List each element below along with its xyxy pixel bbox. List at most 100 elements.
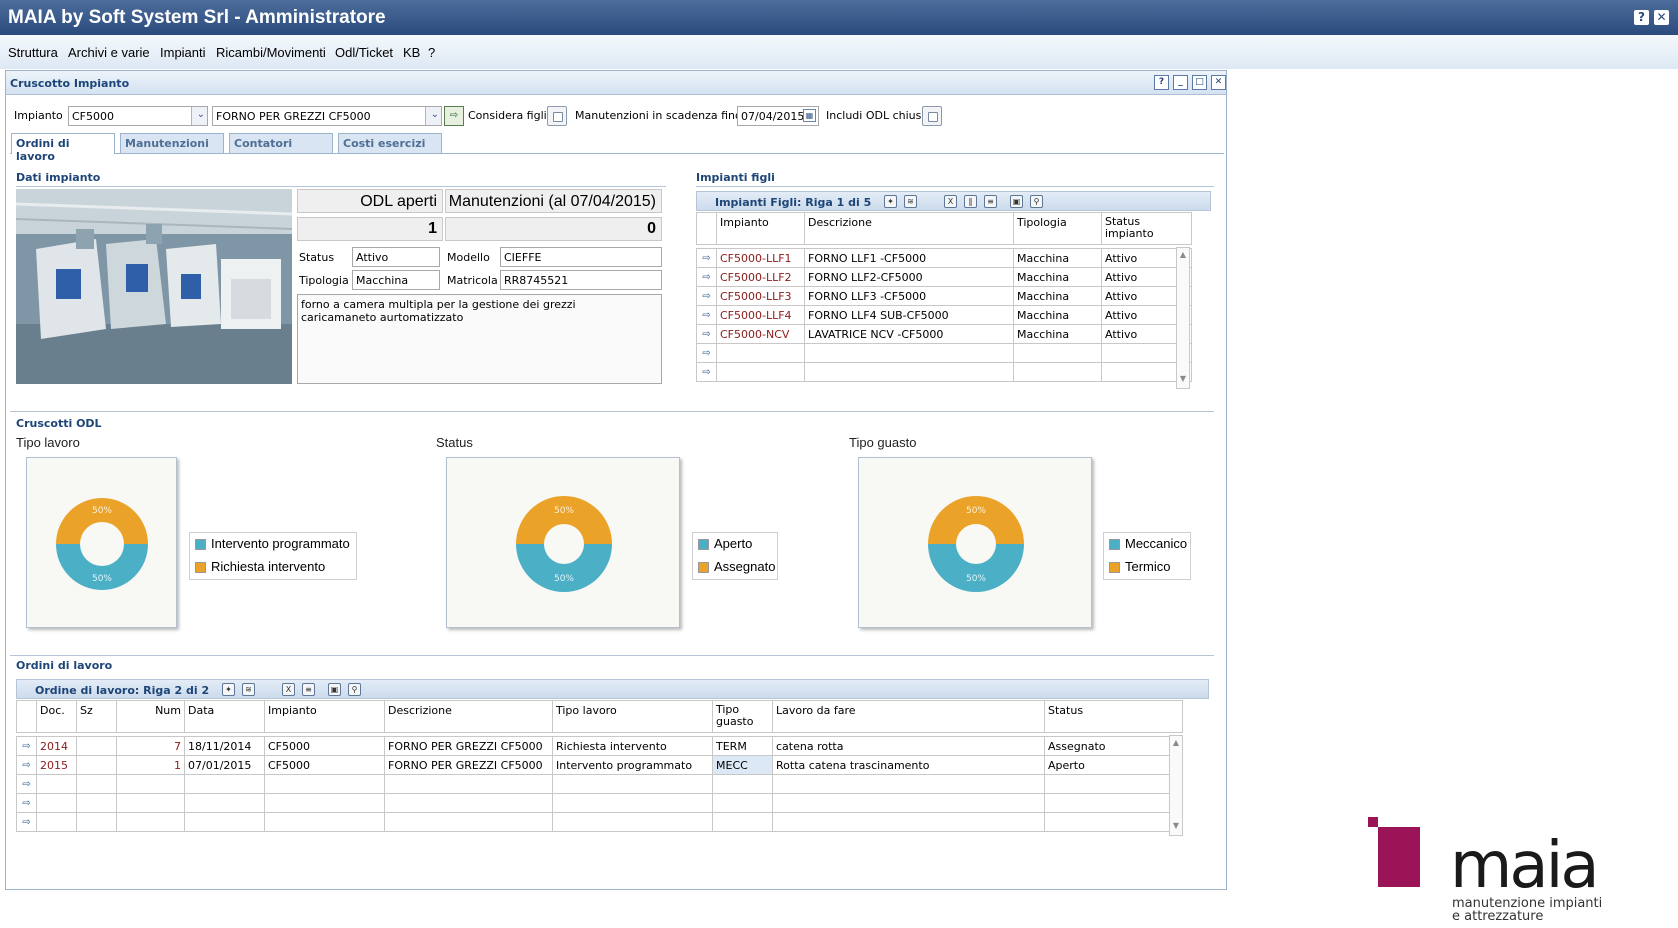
table-row[interactable]: ⇨ CF5000-LLF3 FORNO LLF3 -CF5000 Macchina At… [696,286,1192,306]
lightbulb-icon[interactable]: ✦ [222,683,235,696]
donut-slice[interactable] [928,496,1024,544]
col-header[interactable]: Lavoro da fare [772,700,1045,733]
search-icon[interactable]: ⚲ [1030,195,1043,208]
excel-icon[interactable]: X [944,195,957,208]
filter-icon[interactable]: ≋ [904,195,917,208]
col-header[interactable]: Impianto [264,700,385,733]
chart-box-status: 50% 50% [446,457,680,628]
col-header[interactable]: Doc. [36,700,77,733]
tab-manutenzioni[interactable]: Manutenzioni [120,133,224,153]
col-header[interactable]: Num [116,700,185,733]
svg-text:maia: maia [1450,829,1597,897]
table-row[interactable]: ⇨ CF5000-NCV LAVATRICE NCV -CF5000 Macchina… [696,324,1192,344]
window-title: Cruscotto Impianto [10,77,130,90]
scadenza-date-input[interactable]: 07/04/2015 ▦ [737,106,819,126]
legend-status: Aperto Assegnato [692,532,778,580]
legend-item[interactable]: Meccanico [1104,533,1190,556]
window-help-icon[interactable]: ? [1154,75,1169,90]
row-arrow-icon: ⇨ [696,267,717,287]
help-icon[interactable]: ? [1634,10,1649,25]
donut-slice[interactable] [516,544,612,592]
legend-item[interactable]: Assegnato [693,556,777,579]
menu-ricambi[interactable]: Ricambi/Movimenti [216,45,326,60]
refresh-icon[interactable]: ⇨ [444,106,464,126]
ordini-scrollbar[interactable]: ▲ ▼ [1169,735,1183,836]
table-row[interactable]: ⇨ CF5000-LLF2 FORNO LLF2-CF5000 Macchina Att… [696,267,1192,287]
donut-slice[interactable] [928,544,1024,592]
col-header[interactable]: Descrizione [384,700,553,733]
table-row[interactable]: ⇨ CF5000-LLF4 FORNO LLF4 SUB-CF5000 Macchin… [696,305,1192,325]
modello-field[interactable]: CIEFFE [500,247,662,267]
tab-ordini[interactable]: Ordini di lavoro [11,133,115,163]
image-icon[interactable]: ▣ [1010,195,1023,208]
close-icon[interactable]: ✕ [1654,10,1669,25]
chevron-down-icon: ⌄ [430,109,439,120]
donut-slice[interactable] [56,498,148,544]
table-row[interactable]: ⇨ CF5000-LLF1 FORNO LLF1 -CF5000 Macchina At… [696,248,1192,268]
menu-bar: Struttura Archivi e varie Impianti Ricam… [0,35,1678,69]
menu-struttura[interactable]: Struttura [8,45,58,60]
col-header[interactable]: Status impianto [1101,212,1192,245]
legend-item[interactable]: Aperto [693,533,777,556]
attach-icon[interactable]: ‖ [964,195,977,208]
tab-contatori[interactable]: Contatori [229,133,333,153]
table-row[interactable]: ⇨ [696,343,1192,363]
dati-impianto-title: Dati impianto [16,171,101,184]
figli-grid-counter: Impianti Figli: Riga 1 di 5 [715,196,872,209]
modello-label: Modello [447,251,490,264]
col-header[interactable]: Tipologia [1013,212,1102,245]
table-row[interactable]: ⇨ 2014 7 18/11/2014 CF5000 FORNO PER GREZZI C… [16,736,1183,756]
menu-odl-ticket[interactable]: Odl/Ticket [335,45,393,60]
calendar-icon[interactable]: ▦ [803,109,816,122]
col-header[interactable]: Impianto [716,212,805,245]
matricola-field[interactable]: RR8745521 [500,270,662,290]
impianto-desc-select[interactable]: FORNO PER GREZZI CF5000 ⌄ [212,106,442,126]
tab-costi[interactable]: Costi esercizi [338,133,442,153]
window-close-icon[interactable]: ✕ [1211,75,1226,90]
image-icon[interactable]: ▣ [328,683,341,696]
row-arrow-icon: ⇨ [16,736,37,756]
chart-title-status: Status [436,435,473,450]
slice-label: 50% [92,506,112,516]
status-field[interactable]: Attivo [352,247,440,267]
col-header[interactable]: Descrizione [804,212,1014,245]
chart-title-tipo-guasto: Tipo guasto [849,435,917,450]
table-row[interactable]: ⇨ 2015 1 07/01/2015 CF5000 FORNO PER GREZZI C… [16,755,1183,775]
excel-icon[interactable]: X [282,683,295,696]
menu-impianti[interactable]: Impianti [160,45,206,60]
considera-figli-checkbox[interactable] [547,106,567,126]
window-maximize-icon[interactable]: □ [1192,75,1207,90]
col-header[interactable]: Sz [76,700,117,733]
list-icon[interactable]: ≡ [984,195,997,208]
legend-item[interactable]: Intervento programmato [190,533,356,556]
menu-archivi[interactable]: Archivi e varie [68,45,150,60]
lightbulb-icon[interactable]: ✦ [884,195,897,208]
legend-item[interactable]: Termico [1104,556,1190,579]
legend-item[interactable]: Richiesta intervento [190,556,356,579]
menu-help[interactable]: ? [428,45,435,60]
app-title: MAIA by Soft System Srl - Amministratore [8,7,386,28]
col-header[interactable]: Status [1044,700,1183,733]
col-header[interactable]: Data [184,700,265,733]
table-row[interactable]: ⇨ [16,774,1183,794]
donut-tipo-lavoro: 50% 50% [56,498,148,590]
figli-scrollbar[interactable]: ▲ ▼ [1176,247,1190,389]
donut-slice[interactable] [516,496,612,544]
table-row[interactable]: ⇨ [16,793,1183,813]
window-minimize-icon[interactable]: _ [1173,75,1188,90]
search-icon[interactable]: ⚲ [348,683,361,696]
note-textarea[interactable]: forno a camera multipla per la gestione … [297,294,662,384]
includi-odl-checkbox[interactable] [922,106,942,126]
filter-icon[interactable]: ≋ [242,683,255,696]
col-header[interactable]: Tipo lavoro [552,700,713,733]
col-header[interactable]: Tipo guasto [712,700,773,733]
table-row[interactable]: ⇨ [16,812,1183,832]
impianto-code-select[interactable]: CF5000 ⌄ [68,106,208,126]
slice-label: 50% [92,574,112,584]
tipologia-field[interactable]: Macchina [352,270,440,290]
row-arrow-icon: ⇨ [696,248,717,268]
table-row[interactable]: ⇨ [696,362,1192,382]
donut-status: 50% 50% [516,496,612,592]
list-icon[interactable]: ≡ [302,683,315,696]
menu-kb[interactable]: KB [403,45,420,60]
